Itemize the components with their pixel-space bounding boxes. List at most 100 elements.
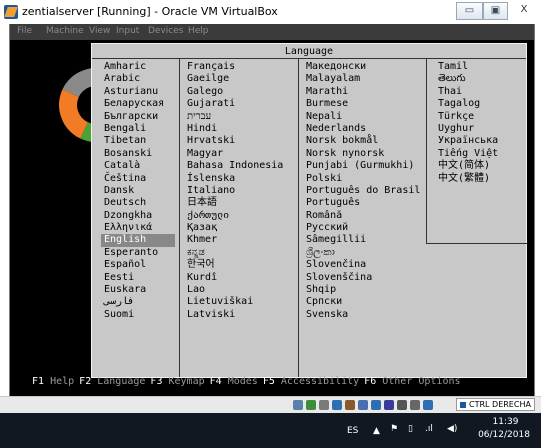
battery-icon[interactable]: ▯ (408, 424, 413, 434)
language-option[interactable]: Norsk nynorsk (303, 148, 422, 160)
language-option[interactable]: Esperanto (101, 247, 175, 259)
network-icon[interactable] (332, 400, 342, 410)
fkey-f1[interactable]: F1 (32, 376, 44, 387)
language-option[interactable]: Ελληνικά (101, 222, 175, 234)
language-option[interactable]: 日本語 (184, 197, 294, 209)
language-option[interactable]: Беларуская (101, 98, 175, 110)
language-option[interactable]: עברית (184, 111, 294, 123)
fkey-f6[interactable]: F6 (364, 376, 376, 387)
language-option[interactable]: Français (184, 61, 294, 73)
language-option[interactable]: తెలుగు (435, 73, 525, 85)
language-option[interactable]: Uyghur (435, 123, 525, 135)
language-option[interactable]: Македонски (303, 61, 422, 73)
language-option[interactable]: Tiếng Việt (435, 148, 525, 160)
signal-icon[interactable]: .ıl (425, 424, 433, 434)
language-option[interactable]: Thai (435, 86, 525, 98)
menu-help[interactable]: Help (188, 26, 209, 36)
capture-icon[interactable] (397, 400, 407, 410)
language-option[interactable]: Bengali (101, 123, 175, 135)
language-option[interactable]: Svenska (303, 309, 422, 321)
language-option[interactable]: Nederlands (303, 123, 422, 135)
input-language[interactable]: ES (347, 426, 358, 436)
minimize-button[interactable]: ▭ (456, 2, 483, 20)
menu-input[interactable]: Input (116, 26, 139, 36)
tray-expand-icon[interactable]: ▲ (373, 426, 380, 436)
language-option[interactable]: Português do Brasil (303, 185, 422, 197)
language-option[interactable]: Italiano (184, 185, 294, 197)
menu-devices[interactable]: Devices (148, 26, 183, 36)
language-option[interactable]: Arabic (101, 73, 175, 85)
language-option[interactable]: Punjabi (Gurmukhi) (303, 160, 422, 172)
language-option[interactable]: Deutsch (101, 197, 175, 209)
language-option[interactable]: Khmer (184, 234, 294, 246)
language-option[interactable]: Dzongkha (101, 210, 175, 222)
fkey-f3[interactable]: F3 (150, 376, 162, 387)
language-option[interactable]: Suomi (101, 309, 175, 321)
language-option[interactable]: Asturianu (101, 86, 175, 98)
language-option[interactable]: Українська (435, 135, 525, 147)
language-option[interactable]: Română (303, 210, 422, 222)
language-option[interactable]: Hrvatski (184, 135, 294, 147)
clock-date[interactable]: 06/12/2018 (472, 430, 536, 440)
language-option[interactable]: Slovenčina (303, 259, 422, 271)
language-option[interactable]: Català (101, 160, 175, 172)
language-option[interactable]: Čeština (101, 173, 175, 185)
language-option[interactable]: Bosanski (101, 148, 175, 160)
language-option[interactable]: Kurdî (184, 272, 294, 284)
language-option[interactable]: ಕನ್ನಡ (184, 247, 294, 259)
fkey-f2[interactable]: F2 (79, 376, 91, 387)
language-option[interactable]: Latviski (184, 309, 294, 321)
language-option[interactable]: Burmese (303, 98, 422, 110)
usb-icon[interactable] (345, 400, 355, 410)
language-option[interactable]: Polski (303, 173, 422, 185)
language-option[interactable]: Hindi (184, 123, 294, 135)
clock-time[interactable]: 11:39 (478, 417, 533, 427)
language-option[interactable]: Magyar (184, 148, 294, 160)
hdd-icon[interactable] (293, 400, 303, 410)
language-option[interactable]: Српски (303, 296, 422, 308)
language-option[interactable]: ශ්‍රීලංකා (303, 247, 422, 259)
language-option[interactable]: Português (303, 197, 422, 209)
audio-icon[interactable] (319, 400, 329, 410)
language-option[interactable]: Türkçe (435, 111, 525, 123)
language-option[interactable]: Malayalam (303, 73, 422, 85)
language-option[interactable]: Bahasa Indonesia (184, 160, 294, 172)
language-option[interactable]: Қазақ (184, 222, 294, 234)
menu-machine[interactable]: Machine (46, 26, 84, 36)
language-option[interactable]: Nepali (303, 111, 422, 123)
language-option[interactable]: Galego (184, 86, 294, 98)
language-option[interactable]: 中文(繁體) (435, 173, 525, 185)
language-option[interactable]: Dansk (101, 185, 175, 197)
language-option[interactable]: Lao (184, 284, 294, 296)
language-option[interactable]: ქართული (184, 210, 294, 222)
fkey-f4[interactable]: F4 (210, 376, 222, 387)
language-option[interactable]: فارسى (101, 296, 175, 308)
language-option[interactable]: Shqip (303, 284, 422, 296)
language-option[interactable]: 中文(简体) (435, 160, 525, 172)
language-option[interactable]: Eesti (101, 272, 175, 284)
language-option[interactable]: Español (101, 259, 175, 271)
shared-folder-icon[interactable] (358, 400, 368, 410)
language-option[interactable]: Slovenščina (303, 272, 422, 284)
language-option[interactable]: Tagalog (435, 98, 525, 110)
language-option[interactable]: Български (101, 111, 175, 123)
menu-view[interactable]: View (89, 26, 110, 36)
language-option[interactable]: Tamil (435, 61, 525, 73)
volume-icon[interactable]: ◀) (447, 424, 457, 434)
vm-display[interactable]: File Machine View Input Devices Help Lan… (9, 24, 535, 396)
language-option[interactable]: Norsk bokmål (303, 135, 422, 147)
language-option[interactable]: Sâmegillii (303, 234, 422, 246)
language-option-selected[interactable]: English (101, 234, 175, 247)
fkey-f5[interactable]: F5 (263, 376, 275, 387)
language-option[interactable]: Русский (303, 222, 422, 234)
language-option[interactable]: 한국어 (184, 259, 294, 271)
language-option[interactable]: Euskara (101, 284, 175, 296)
menu-file[interactable]: File (17, 26, 32, 36)
keyboard-icon[interactable] (423, 400, 433, 410)
language-option[interactable]: Íslenska (184, 173, 294, 185)
language-option[interactable]: Lietuviškai (184, 296, 294, 308)
close-button[interactable]: X (510, 2, 538, 20)
network-flag-icon[interactable]: ⚑ (390, 424, 398, 434)
maximize-button[interactable]: ▣ (483, 2, 508, 20)
mouse-icon[interactable] (410, 400, 420, 410)
